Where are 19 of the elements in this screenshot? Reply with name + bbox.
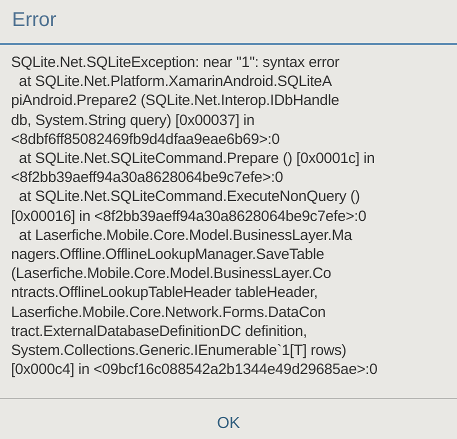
- dialog-title: Error: [12, 9, 56, 31]
- error-message-line: at SQLite.Net.SQLiteCommand.Prepare () [0x0001c] in: [18, 149, 376, 168]
- error-message-line: at Laserfiche.Mobile.Core.Model.BusinessLayer.Ma: [18, 226, 354, 246]
- error-message-line: tract.ExternalDatabaseDefinitionDC definition,: [11, 322, 308, 342]
- error-message-line: System.Collections.Generic.IEnumerable`1[T] rows): [11, 341, 348, 360]
- error-message-line: db, System.String query) [0x00037] in: [11, 110, 256, 130]
- error-message-line: (Laserfiche.Mobile.Core.Model.BusinessLayer.Co: [11, 264, 332, 284]
- error-message-line: ntracts.OfflineLookupTableHeader tableHeader,: [11, 283, 319, 303]
- error-message-line: <8f2bb39aeff94a30a8628064be9c7efe>:0: [11, 168, 284, 188]
- error-message-line: nagers.Offline.OfflineLookupManager.SaveTable: [11, 245, 326, 264]
- error-message-line: <8dbf6ff85082469fb9d4dfaa9eae6b69>:0: [11, 130, 281, 150]
- error-message-line: piAndroid.Prepare2 (SQLite.Net.Interop.IDbHandle: [11, 91, 340, 111]
- ok-button[interactable]: OK: [200, 409, 256, 439]
- error-message-line: [0x00016] in <8f2bb39aeff94a30a8628064be9c7efe>:0: [11, 206, 368, 226]
- error-message-line: at SQLite.Net.Platform.XamarinAndroid.SQLiteA: [18, 72, 333, 92]
- error-message-line: [0x000c4] in <09bcf16c088542a2b1344e49d29685ae>:0: [11, 360, 378, 380]
- error-message-line: Laserfiche.Mobile.Core.Network.Forms.DataCon: [11, 302, 327, 322]
- error-message-line: SQLite.Net.SQLiteException: near "1": syntax error: [11, 53, 340, 72]
- error-message-line: at SQLite.Net.SQLiteCommand.ExecuteNonQuery (): [18, 187, 361, 207]
